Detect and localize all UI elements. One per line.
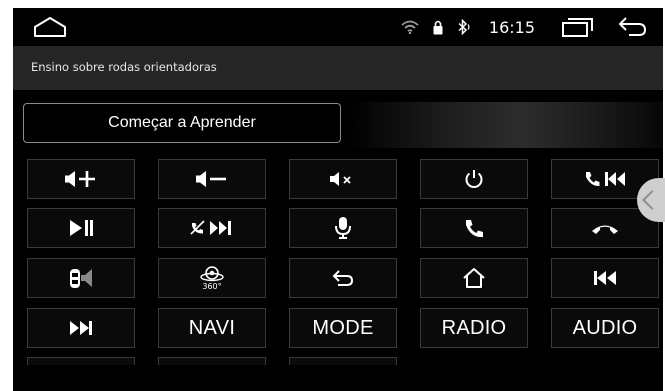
key-home[interactable] [420,258,528,298]
key-mute[interactable] [289,159,397,199]
key-navi[interactable]: NAVI [158,308,266,348]
lock-icon [433,20,443,35]
key-back[interactable] [289,258,397,298]
camera-360-label: 360° [202,282,222,291]
key-power[interactable] [420,159,528,199]
decorative-glow [348,102,663,148]
key-next-track[interactable] [27,308,135,348]
key-camera-360[interactable]: 360° [158,258,266,298]
key-radio-label: RADIO [441,316,507,339]
phone-answer-icon [466,220,483,238]
home-outline-icon[interactable] [33,16,67,38]
chevron-left-icon [642,190,662,210]
car-speaker-icon [70,269,92,288]
previous-track-icon [594,271,616,285]
key-previous-track[interactable] [551,258,659,298]
clock: 16:15 [488,17,535,37]
start-learning-label: Começar a Aprender [108,114,256,131]
hangup-next-icon [190,220,231,235]
power-icon [465,170,483,188]
start-learning-button[interactable]: Começar a Aprender [23,103,341,143]
bluetooth-icon [458,19,470,35]
back-arrow-icon[interactable] [617,16,647,38]
key-car-speaker[interactable] [27,258,135,298]
key-play-pause[interactable] [27,208,135,248]
key-audio-label: AUDIO [572,316,638,339]
key-voice[interactable] [289,208,397,248]
key-row5-partial[interactable] [158,357,266,365]
home-icon [463,268,485,288]
key-audio[interactable]: AUDIO [551,308,659,348]
camera-360-icon [200,266,224,282]
key-volume-down[interactable] [158,159,266,199]
wifi-icon [401,20,419,34]
volume-down-icon [196,171,226,187]
status-bar: 16:15 [13,8,663,46]
key-navi-label: NAVI [188,316,236,339]
key-answer-call[interactable] [420,208,528,248]
key-row5-partial[interactable] [289,357,397,365]
phone-hangup-icon [592,225,618,234]
title-bar: Ensino sobre rodas orientadoras [13,46,663,90]
steering-learning-panel: Começar a Aprender 360° NAVI MODE RADIO … [13,90,663,391]
key-row5-partial[interactable] [27,357,135,365]
key-mode[interactable]: MODE [289,308,397,348]
key-mode-label: MODE [312,316,374,339]
play-pause-icon [70,220,93,236]
key-volume-up[interactable] [27,159,135,199]
mute-icon [330,172,351,186]
volume-up-icon [65,171,95,187]
next-track-icon [70,321,92,335]
page-title: Ensino sobre rodas orientadoras [31,60,217,74]
recent-apps-icon[interactable] [561,16,595,38]
status-icons: 16:15 [387,14,647,40]
microphone-icon [335,217,351,239]
key-hangup-next[interactable] [158,208,266,248]
key-radio[interactable]: RADIO [420,308,528,348]
back-icon [332,270,354,286]
head-unit-screen: 16:15 Ensino sobre rodas orientadoras Co… [13,8,663,391]
call-prev-icon [586,172,625,187]
